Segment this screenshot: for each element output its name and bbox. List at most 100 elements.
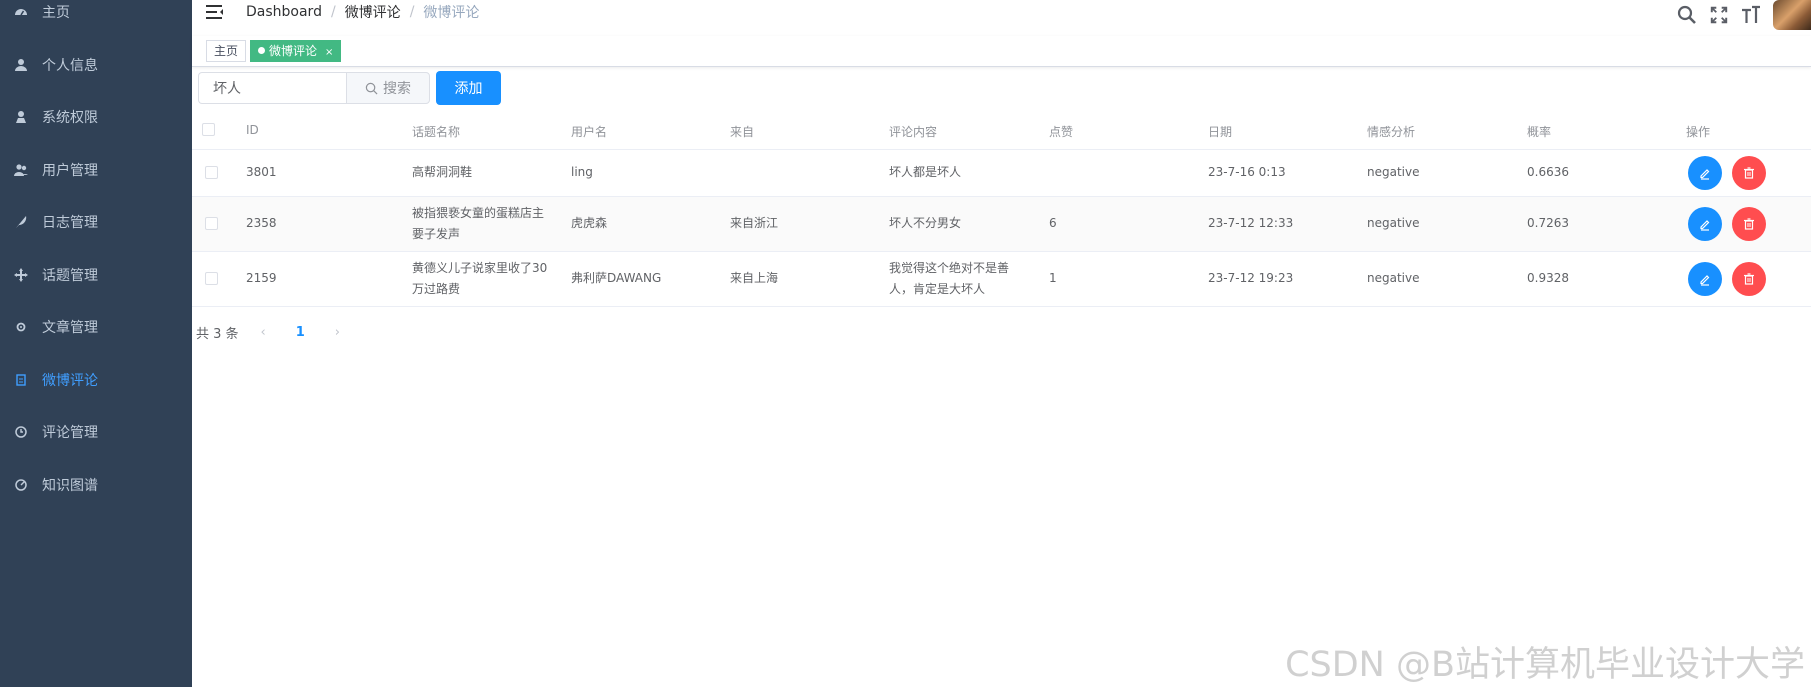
table-row: 2159 黄德义儿子说家里收了30万过路费 弗利萨DAWANG 来自上海 我觉得…	[192, 252, 1811, 307]
pagination: 共 3 条 ‹ 1 ›	[196, 322, 340, 342]
cell-user: 弗利萨DAWANG	[571, 271, 662, 285]
user-icon	[14, 58, 28, 72]
fullscreen-icon[interactable]	[1709, 5, 1729, 25]
trash-icon	[1744, 167, 1754, 179]
font-size-icon[interactable]	[1741, 5, 1761, 25]
edit-button[interactable]	[1688, 262, 1722, 296]
edit-icon	[1700, 220, 1710, 231]
search-icon	[365, 82, 378, 94]
dashboard-icon	[14, 5, 28, 19]
sidebar-item-topics[interactable]: 话题管理	[0, 249, 192, 301]
column-header: 评论内容	[889, 125, 938, 139]
cell-date: 23-7-12 12:33	[1208, 216, 1294, 230]
row-checkbox[interactable]	[205, 272, 218, 285]
sidebar-item-label: 系统权限	[42, 110, 98, 126]
sidebar-item-logs[interactable]: 日志管理	[0, 196, 192, 248]
gear-icon	[14, 320, 28, 334]
cell-from: 来自上海	[730, 271, 779, 285]
hamburger-icon[interactable]	[206, 4, 224, 20]
sidebar-item-knowledge-graph[interactable]: 知识图谱	[0, 459, 192, 511]
cell-id: 2159	[246, 271, 277, 285]
cell-topic: 黄德义儿子说家里收了30万过路费	[412, 261, 548, 296]
search-input[interactable]	[198, 72, 346, 104]
cell-id: 2358	[246, 216, 277, 230]
column-header: 话题名称	[412, 125, 461, 139]
trash-icon	[1744, 273, 1754, 285]
sidebar-item-label: 话题管理	[42, 268, 98, 284]
cell-sentiment: negative	[1367, 165, 1420, 179]
cell-topic: 高帮洞洞鞋	[412, 165, 473, 179]
add-button[interactable]: 添加	[436, 71, 501, 105]
sidebar-item-label: 日志管理	[42, 215, 98, 231]
cell-content: 我觉得这个绝对不是善人，肯定是大坏人	[889, 261, 1010, 296]
column-header: ID	[246, 123, 259, 137]
cell-likes: 6	[1049, 216, 1057, 230]
cell-date: 23-7-16 0:13	[1208, 165, 1286, 179]
next-page-button[interactable]: ›	[335, 325, 340, 340]
sidebar-item-label: 知识图谱	[42, 478, 98, 494]
edit-icon	[1700, 275, 1710, 286]
sidebar-item-label: 微博评论	[42, 373, 98, 389]
cell-sentiment: negative	[1367, 216, 1420, 230]
row-checkbox[interactable]	[205, 217, 218, 230]
move-icon	[14, 268, 28, 282]
cell-likes: 1	[1049, 271, 1057, 285]
tag-home[interactable]: 主页	[206, 40, 247, 62]
avatar[interactable]	[1773, 0, 1811, 30]
table-header: ID 话题名称 用户名 来自 评论内容 点赞 日期 情感分析 概率 操作	[192, 111, 1811, 150]
search-icon[interactable]	[1677, 5, 1697, 25]
delete-button[interactable]	[1732, 262, 1766, 296]
sidebar-item-comment-management[interactable]: 评论管理	[0, 406, 192, 458]
breadcrumb-item-current: 微博评论	[423, 5, 480, 21]
sidebar-item-weibo-comments[interactable]: 微博评论	[0, 354, 192, 406]
cell-id: 3801	[246, 165, 277, 179]
row-checkbox[interactable]	[205, 166, 218, 179]
sidebar-item-users[interactable]: 用户管理	[0, 144, 192, 196]
close-icon[interactable]: ×	[325, 47, 333, 58]
cell-from: 来自浙江	[730, 216, 779, 230]
cell-sentiment: negative	[1367, 271, 1420, 285]
cell-probability: 0.7263	[1527, 216, 1569, 230]
sidebar-item-permission[interactable]: 系统权限	[0, 91, 192, 143]
watermark: CSDN @B站计算机毕业设计大学	[1285, 645, 1805, 685]
delete-button[interactable]	[1732, 207, 1766, 241]
total-count: 共 3 条	[196, 326, 239, 342]
delete-button[interactable]	[1732, 156, 1766, 190]
cell-content: 坏人都是坏人	[889, 165, 962, 179]
table-row: 3801 高帮洞洞鞋 ling 坏人都是坏人 23-7-16 0:13 nega…	[192, 150, 1811, 197]
edit-button[interactable]	[1688, 207, 1722, 241]
sidebar-item-label: 评论管理	[42, 425, 98, 441]
prev-page-button[interactable]: ‹	[261, 325, 266, 340]
column-header: 操作	[1686, 125, 1711, 139]
clock-icon	[14, 425, 28, 439]
select-all-checkbox[interactable]	[202, 123, 215, 136]
search-button[interactable]: 搜索	[346, 72, 430, 104]
column-header: 日期	[1208, 125, 1233, 139]
table-row: 2358 被指猥亵女童的蛋糕店主要子发声 虎虎森 来自浙江 坏人不分男女 6 2…	[192, 197, 1811, 252]
navbar: Dashboard / 微博评论 / 微博评论	[192, 0, 1811, 36]
column-header: 点赞	[1049, 125, 1074, 139]
cell-user: ling	[571, 165, 593, 179]
sidebar-item-label: 个人信息	[42, 58, 98, 74]
breadcrumb-item[interactable]: Dashboard	[246, 4, 322, 20]
feather-icon	[14, 215, 28, 229]
breadcrumb: Dashboard / 微博评论 / 微博评论	[246, 2, 480, 22]
edit-button[interactable]	[1688, 156, 1722, 190]
column-header: 概率	[1527, 125, 1552, 139]
page-number[interactable]: 1	[296, 325, 305, 340]
cell-probability: 0.9328	[1527, 271, 1569, 285]
active-dot-icon	[258, 47, 265, 54]
users-icon	[14, 163, 28, 177]
cell-content: 坏人不分男女	[889, 216, 962, 230]
column-header: 情感分析	[1367, 125, 1416, 139]
sidebar: 主页 个人信息 系统权限 用户管理 日志管理 话题管理 文章管理 微博评论 评论…	[0, 0, 192, 687]
sidebar-item-home[interactable]: 主页	[0, 0, 192, 38]
breadcrumb-item[interactable]: 微博评论	[345, 2, 401, 22]
sidebar-item-profile[interactable]: 个人信息	[0, 39, 192, 91]
sidebar-item-label: 主页	[42, 5, 70, 21]
chart-icon	[14, 478, 28, 492]
cell-date: 23-7-12 19:23	[1208, 271, 1294, 285]
sidebar-item-articles[interactable]: 文章管理	[0, 301, 192, 353]
tag-weibo-comments[interactable]: 微博评论 ×	[250, 40, 342, 62]
sidebar-item-label: 用户管理	[42, 163, 98, 179]
